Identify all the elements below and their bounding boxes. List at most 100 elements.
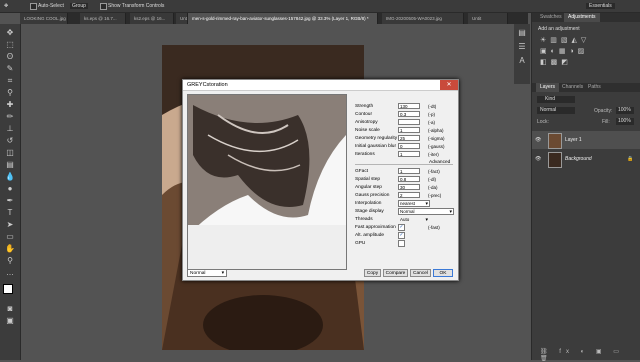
tab-sunglasses[interactable]: men-s-gold-rimmed-ray-ban-aviator-sungla… bbox=[188, 13, 378, 24]
anisotropy-input[interactable] bbox=[398, 119, 420, 125]
geometry-regularity-input[interactable]: 25 bbox=[398, 135, 420, 141]
tab-layers[interactable]: Layers bbox=[536, 83, 560, 92]
spatial-step-label: Spatial step bbox=[355, 177, 381, 182]
gauss-precision-label: Gauss precision bbox=[355, 193, 390, 198]
brush-tool-icon[interactable]: ✏ bbox=[5, 112, 15, 121]
zoom-tool-icon[interactable]: ⚲ bbox=[5, 256, 15, 265]
character-panel-icon[interactable]: A bbox=[517, 56, 527, 65]
properties-panel-icon[interactable]: ☰ bbox=[517, 42, 527, 51]
gfact-unit: (-fact) bbox=[428, 169, 440, 174]
layer-row-layer1[interactable]: 👁 Layer 1 bbox=[532, 131, 640, 149]
tab-swatches[interactable]: Swatches bbox=[536, 13, 566, 22]
tab-channels[interactable]: Channels bbox=[558, 83, 587, 92]
eyedropper-tool-icon[interactable]: ⚲ bbox=[5, 88, 15, 97]
quick-select-tool-icon[interactable]: ✎ bbox=[5, 64, 15, 73]
healing-brush-tool-icon[interactable]: ✚ bbox=[5, 100, 15, 109]
path-select-tool-icon[interactable]: ➤ bbox=[5, 220, 15, 229]
preview-mode-select[interactable]: Normal bbox=[187, 269, 227, 277]
iterations-input[interactable]: 1 bbox=[398, 151, 420, 157]
foreground-color-swatch[interactable] bbox=[3, 284, 13, 294]
strength-unit: (-dt) bbox=[428, 104, 437, 109]
noise-scale-input[interactable]: 1 bbox=[398, 127, 420, 133]
gfact-input[interactable]: 1 bbox=[398, 168, 420, 174]
eye-icon[interactable]: 👁 bbox=[535, 156, 541, 162]
more-tools-icon[interactable]: … bbox=[5, 268, 15, 277]
tab-ks-eps[interactable]: ks.eps @ 16.7... bbox=[80, 13, 126, 24]
clone-stamp-tool-icon[interactable]: ⊥ bbox=[5, 124, 15, 133]
contour-input[interactable]: 0.3 bbox=[398, 111, 420, 117]
alt-amplitude-checkbox[interactable]: ✓ bbox=[398, 232, 405, 239]
gpu-label: GPU bbox=[355, 241, 366, 246]
spatial-step-input[interactable]: 0.8 bbox=[398, 176, 420, 182]
quick-mask-icon[interactable]: ◙ bbox=[5, 304, 15, 313]
crop-tool-icon[interactable]: ⌗ bbox=[5, 76, 15, 85]
auto-select-checkbox[interactable] bbox=[30, 3, 37, 10]
gpu-checkbox[interactable] bbox=[398, 240, 405, 247]
dodge-tool-icon[interactable]: ● bbox=[5, 184, 15, 193]
contour-unit: (-p) bbox=[428, 112, 435, 117]
layers-tabbar: Layers Channels Paths bbox=[532, 83, 640, 92]
move-tool-icon[interactable]: ✥ bbox=[5, 28, 15, 37]
tab-img-20200505[interactable]: IMG-20200505-WA0023.jpg bbox=[382, 13, 464, 24]
gauss-precision-input[interactable]: 2 bbox=[398, 192, 420, 198]
angular-step-input[interactable]: 30 bbox=[398, 184, 420, 190]
hand-tool-icon[interactable]: ✋ bbox=[5, 244, 15, 253]
marquee-tool-icon[interactable]: ⬚ bbox=[5, 40, 15, 49]
threads-select[interactable]: Auto bbox=[398, 216, 430, 223]
panel-icon-strip: ▤ ☰ A bbox=[514, 24, 530, 84]
adjustment-icons-row1[interactable]: ☀▥▧◭▽ bbox=[540, 36, 590, 44]
layer-filter-kind[interactable]: Kind bbox=[537, 96, 575, 103]
fill-input[interactable]: 100% bbox=[616, 118, 634, 125]
anisotropy-unit: (-a) bbox=[428, 120, 435, 125]
angular-step-label: Angular step bbox=[355, 185, 382, 190]
adjustment-icons-row2[interactable]: ▣◐▦◑▨ bbox=[540, 47, 588, 55]
ok-button[interactable]: OK bbox=[433, 269, 453, 277]
rectangle-tool-icon[interactable]: ▭ bbox=[5, 232, 15, 241]
tab-untitled[interactable]: Untit bbox=[468, 13, 508, 24]
eraser-tool-icon[interactable]: ◫ bbox=[5, 148, 15, 157]
strength-input[interactable]: 130 bbox=[398, 103, 420, 109]
history-brush-tool-icon[interactable]: ↺ bbox=[5, 136, 15, 145]
document-tab-bar: LOOKING COOL.jpg ks.eps @ 16.7... ks2.ep… bbox=[20, 13, 528, 24]
tab-paths[interactable]: Paths bbox=[584, 83, 605, 92]
auto-select-group-dropdown[interactable]: Group bbox=[70, 3, 88, 9]
preview-pane[interactable] bbox=[187, 94, 347, 270]
spatial-step-unit: (-dl) bbox=[428, 177, 436, 182]
gauss-precision-unit: (-prec) bbox=[428, 193, 442, 198]
gradient-tool-icon[interactable]: ▤ bbox=[5, 160, 15, 169]
stage-display-select[interactable]: Normal bbox=[398, 208, 454, 215]
preview-image bbox=[188, 95, 346, 269]
close-icon[interactable]: ✕ bbox=[440, 80, 458, 90]
geometry-regularity-unit: (-sigma) bbox=[428, 136, 445, 141]
layer-row-background[interactable]: 👁 Background 🔒 bbox=[532, 150, 640, 168]
adjustment-icons-row3[interactable]: ◧▩◩ bbox=[540, 58, 572, 66]
workspace-dropdown[interactable]: Essentials bbox=[586, 3, 615, 9]
interpolation-select[interactable]: nearest bbox=[398, 200, 430, 207]
copy-button[interactable]: Copy bbox=[364, 269, 381, 277]
cancel-button[interactable]: Cancel bbox=[410, 269, 431, 277]
eye-icon[interactable]: 👁 bbox=[535, 137, 541, 143]
initial-blur-input[interactable]: 0 bbox=[398, 143, 420, 149]
screen-mode-icon[interactable]: ▣ bbox=[5, 316, 15, 325]
opacity-input[interactable]: 100% bbox=[616, 107, 634, 114]
right-panels: Swatches Adjustments Add an adjustment ☀… bbox=[531, 13, 640, 362]
history-panel-icon[interactable]: ▤ bbox=[517, 28, 527, 37]
tab-looking-cool[interactable]: LOOKING COOL.jpg bbox=[20, 13, 68, 24]
pen-tool-icon[interactable]: ✒ bbox=[5, 196, 15, 205]
show-transform-checkbox[interactable] bbox=[100, 3, 107, 10]
tab-ks2-eps[interactable]: ks2.eps @ 16... bbox=[130, 13, 174, 24]
lasso-tool-icon[interactable]: ʘ bbox=[5, 52, 15, 61]
fill-label: Fill: bbox=[602, 119, 610, 125]
type-tool-icon[interactable]: T bbox=[5, 208, 15, 217]
dialog-titlebar[interactable]: GREYCstoration ✕ bbox=[183, 80, 458, 91]
move-tool-icon[interactable]: ✥ bbox=[4, 3, 8, 9]
fast-approx-checkbox[interactable]: ✓ bbox=[398, 224, 405, 231]
tab-untitled-1[interactable]: Untitled-1 ... bbox=[176, 13, 188, 24]
layer-thumbnail bbox=[548, 152, 562, 168]
blend-mode-dropdown[interactable]: Normal bbox=[537, 107, 575, 114]
tab-adjustments[interactable]: Adjustments bbox=[564, 13, 600, 22]
gfact-label: GFact bbox=[355, 169, 369, 174]
blur-tool-icon[interactable]: 💧 bbox=[5, 172, 15, 181]
fast-approx-unit: (-fast) bbox=[428, 225, 440, 230]
compare-button[interactable]: Compare bbox=[383, 269, 408, 277]
